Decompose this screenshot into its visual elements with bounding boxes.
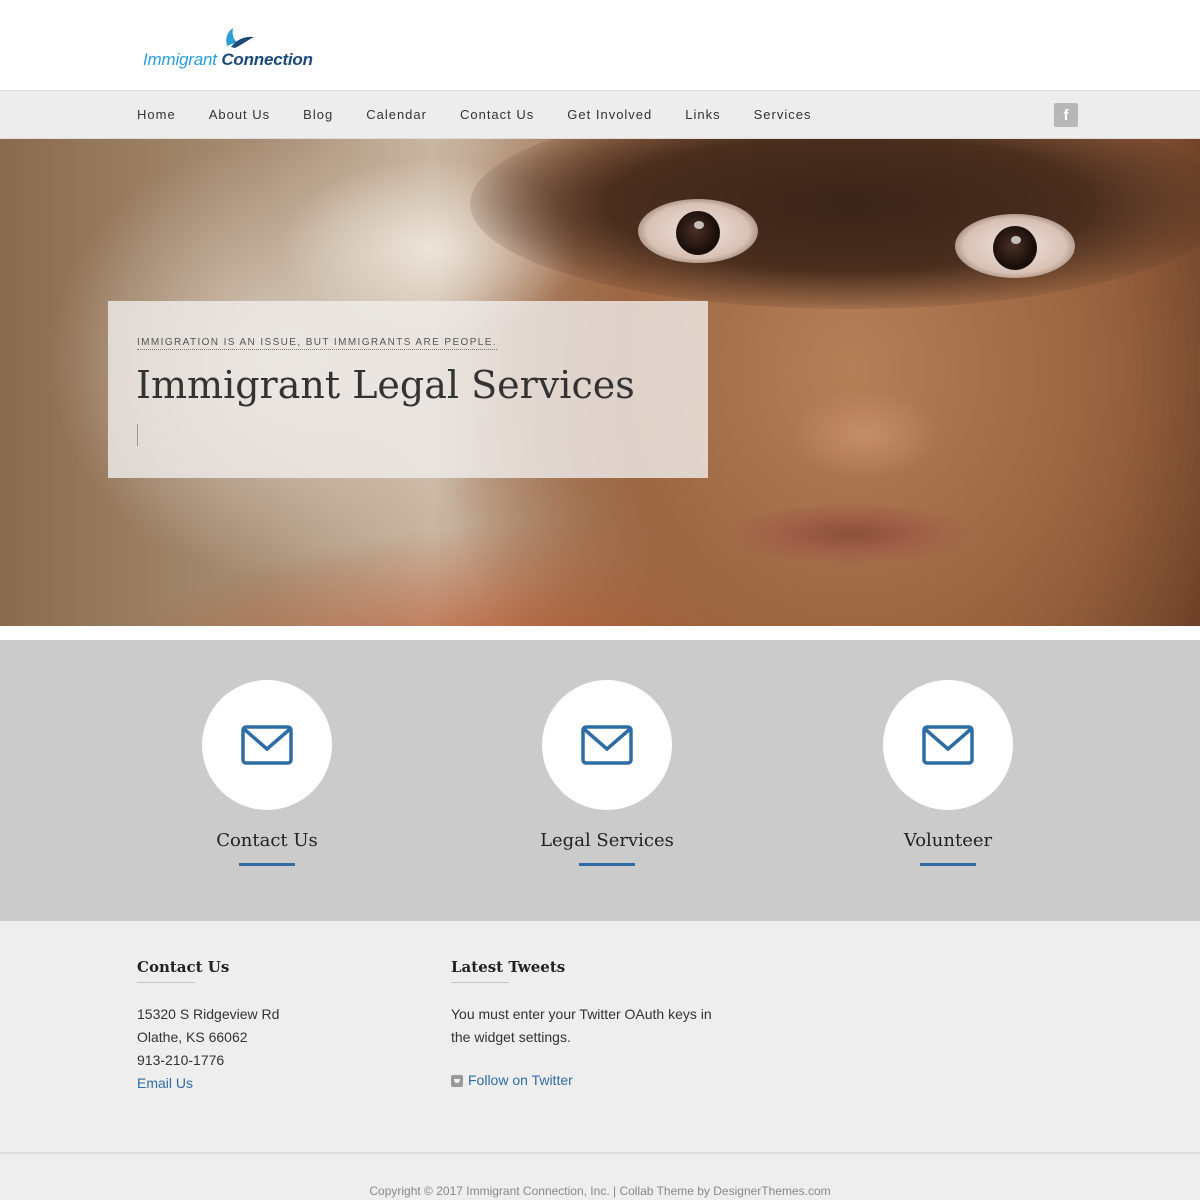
- copyright-text: Copyright © 2017 Immigrant Connection, I…: [369, 1184, 831, 1198]
- contact-widget-rule: [137, 982, 195, 983]
- footer-widgets: Contact Us 15320 S Ridgeview Rd Olathe, …: [0, 921, 1200, 1152]
- site-header: Immigrant Connection: [0, 0, 1200, 90]
- nav-item-get-involved[interactable]: Get Involved: [567, 91, 652, 138]
- site-logo[interactable]: Immigrant Connection: [143, 26, 313, 72]
- hero-title: Immigrant Legal Services: [136, 363, 635, 407]
- features-band: Contact Us Legal Services Volunteer: [0, 640, 1200, 921]
- contact-phone: 913-210-1776: [137, 1052, 225, 1068]
- nav-menu: Home About Us Blog Calendar Contact Us G…: [137, 91, 845, 138]
- nav-item-home[interactable]: Home: [137, 91, 176, 138]
- hero-photo-mouth: [730, 504, 970, 564]
- hero-banner: Immigration is an issue, but immigrants …: [0, 139, 1200, 626]
- logo-text-connection: Connection: [221, 50, 313, 69]
- hero-photo-eye-right: [955, 214, 1075, 278]
- envelope-icon: [922, 725, 974, 765]
- hero-photo-nose: [790, 389, 940, 479]
- nav-item-blog[interactable]: Blog: [303, 91, 333, 138]
- nav-item-services[interactable]: Services: [754, 91, 812, 138]
- follow-on-twitter-link[interactable]: Follow on Twitter: [468, 1069, 573, 1092]
- tweets-widget-title: Latest Tweets: [451, 958, 566, 976]
- logo-text-immigrant: Immigrant: [143, 50, 217, 69]
- envelope-icon: [581, 725, 633, 765]
- copyright-bar: Copyright © 2017 Immigrant Connection, I…: [0, 1152, 1200, 1200]
- bird-wings-icon: [226, 28, 254, 48]
- feature-underline: [579, 863, 635, 866]
- nav-item-links[interactable]: Links: [685, 91, 720, 138]
- envelope-icon: [241, 725, 293, 765]
- hero-photo-hair: [470, 139, 1200, 309]
- feature-icon-circle: [542, 680, 672, 810]
- feature-underline: [920, 863, 976, 866]
- hero-photo-eye-left: [638, 199, 758, 263]
- contact-address-line1: 15320 S Ridgeview Rd: [137, 1006, 280, 1022]
- hero-kicker: Immigration is an issue, but immigrants …: [137, 337, 497, 350]
- feature-label: Legal Services: [540, 830, 674, 851]
- nav-item-about-us[interactable]: About Us: [209, 91, 270, 138]
- feature-label: Contact Us: [216, 830, 318, 851]
- contact-widget-title: Contact Us: [137, 958, 230, 976]
- logo-wordmark: Immigrant Connection: [143, 50, 313, 70]
- nav-item-calendar[interactable]: Calendar: [366, 91, 427, 138]
- feature-icon-circle: [202, 680, 332, 810]
- hero-caption-box: Immigration is an issue, but immigrants …: [108, 301, 708, 478]
- feature-underline: [239, 863, 295, 866]
- hero-text-cursor: [137, 424, 138, 446]
- tweets-widget-rule: [451, 982, 509, 983]
- email-us-link[interactable]: Email Us: [137, 1072, 193, 1095]
- nav-item-contact-us[interactable]: Contact Us: [460, 91, 534, 138]
- feature-label: Volunteer: [903, 830, 993, 851]
- facebook-icon[interactable]: f: [1054, 103, 1078, 127]
- twitter-icon: [451, 1075, 463, 1087]
- tweets-message-line1: You must enter your Twitter OAuth keys i…: [451, 1006, 712, 1022]
- feature-icon-circle: [883, 680, 1013, 810]
- contact-address-line2: Olathe, KS 66062: [137, 1029, 248, 1045]
- main-navigation: Home About Us Blog Calendar Contact Us G…: [0, 90, 1200, 139]
- tweets-message-line2: the widget settings.: [451, 1029, 571, 1045]
